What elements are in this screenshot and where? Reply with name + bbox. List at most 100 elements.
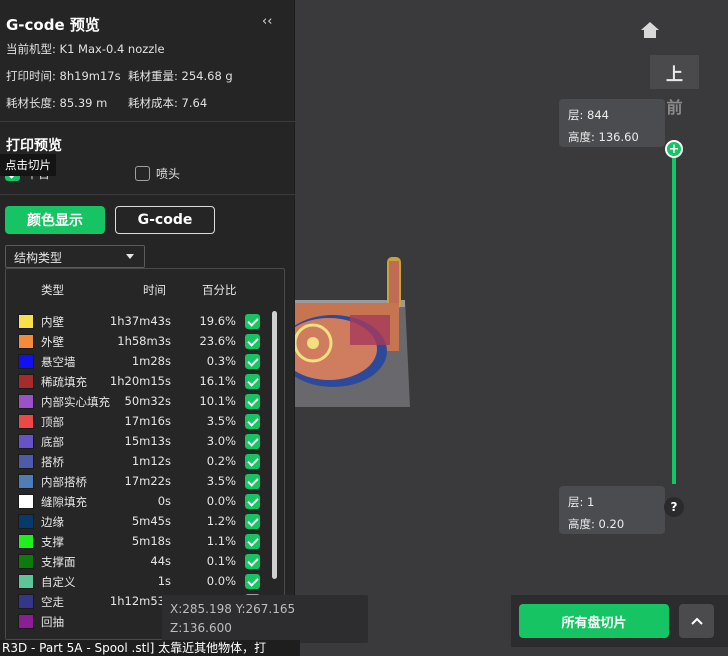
legend-type-name: 内部搭桥 xyxy=(41,475,87,489)
legend-swatch xyxy=(18,434,34,449)
legend-type-name: 外壁 xyxy=(41,335,64,349)
print-time: 打印时间: 8h19m17s xyxy=(6,69,121,83)
legend-time: 15m13s xyxy=(124,434,171,448)
machine-info: 当前机型: K1 Max-0.4 nozzle xyxy=(6,42,165,56)
legend-visibility-checkbox[interactable] xyxy=(245,554,260,569)
legend-scrollbar[interactable] xyxy=(272,311,277,579)
legend-row: 搭桥 1m12s 0.2% xyxy=(6,451,284,471)
legend-visibility-checkbox[interactable] xyxy=(245,394,260,409)
legend-type-name: 顶部 xyxy=(41,415,64,429)
legend-percent: 3.5% xyxy=(206,414,236,428)
bottom-layer-info: 层: 1 高度: 0.20 xyxy=(559,486,665,534)
cursor-coordinates: X:285.198 Y:267.165 Z:136.600 速度:81.72 xyxy=(162,595,368,654)
legend-time: 44s xyxy=(150,554,171,568)
legend-visibility-checkbox[interactable] xyxy=(245,334,260,349)
panel-title: G-code 预览 xyxy=(6,16,100,34)
legend-percent: 1.2% xyxy=(206,514,236,528)
nozzle-checkbox-box[interactable] xyxy=(135,166,150,181)
top-layer-height: 高度: 136.60 xyxy=(568,130,639,144)
legend-visibility-checkbox[interactable] xyxy=(245,574,260,589)
chevron-down-icon xyxy=(126,254,134,259)
legend-table: 类型 时间 百分比 内壁 1h37m43s 19.6% 外壁 1h58m3s 23.6% 悬… xyxy=(5,268,285,640)
legend-row: 支撑面 44s 0.1% xyxy=(6,551,284,571)
legend-header-type: 类型 xyxy=(41,283,64,297)
legend-row: 内壁 1h37m43s 19.6% xyxy=(6,311,284,331)
legend-time: 17m22s xyxy=(124,474,171,488)
legend-percent: 0.0% xyxy=(206,494,236,508)
legend-percent: 0.2% xyxy=(206,454,236,468)
legend-row: 内部搭桥 17m22s 3.5% xyxy=(6,471,284,491)
legend-visibility-checkbox[interactable] xyxy=(245,434,260,449)
legend-type-name: 缝隙填充 xyxy=(41,495,87,509)
print-preview-title: 打印预览 xyxy=(6,138,62,154)
slice-all-plates-button[interactable]: 所有盘切片 xyxy=(519,604,669,638)
legend-type-name: 空走 xyxy=(41,595,64,609)
legend-visibility-checkbox[interactable] xyxy=(245,514,260,529)
legend-swatch xyxy=(18,594,34,609)
legend-type-name: 内壁 xyxy=(41,315,64,329)
legend-swatch xyxy=(18,354,34,369)
layer-slider-track[interactable] xyxy=(672,148,676,484)
legend-visibility-checkbox[interactable] xyxy=(245,374,260,389)
filament-length: 耗材长度: 85.39 m xyxy=(6,96,108,110)
view-top-button[interactable]: 上 xyxy=(650,55,699,89)
gcode-preview-panel: G-code 预览 ‹‹ 当前机型: K1 Max-0.4 nozzle 打印时… xyxy=(0,0,295,656)
legend-time: 1h20m15s xyxy=(109,374,171,388)
legend-row: 边缘 5m45s 1.2% xyxy=(6,511,284,531)
legend-swatch xyxy=(18,454,34,469)
legend-type-name: 稀疏填充 xyxy=(41,375,87,389)
legend-visibility-checkbox[interactable] xyxy=(245,494,260,509)
collapse-panel-button[interactable]: ‹‹ xyxy=(262,14,272,29)
legend-header-percent: 百分比 xyxy=(202,283,237,297)
legend-percent: 0.3% xyxy=(206,354,236,368)
legend-time: 50m32s xyxy=(124,394,171,408)
legend-type-name: 支撑面 xyxy=(41,555,76,569)
legend-row: 支撑 5m18s 1.1% xyxy=(6,531,284,551)
legend-swatch xyxy=(18,574,34,589)
legend-type-name: 底部 xyxy=(41,435,64,449)
legend-swatch xyxy=(18,374,34,389)
legend-swatch xyxy=(18,514,34,529)
legend-visibility-checkbox[interactable] xyxy=(245,354,260,369)
help-icon[interactable]: ? xyxy=(664,497,684,517)
chevron-up-icon xyxy=(690,617,703,625)
legend-swatch xyxy=(18,394,34,409)
legend-row: 内部实心填充 50m32s 10.1% xyxy=(6,391,284,411)
filament-weight: 耗材重量: 254.68 g xyxy=(128,69,233,83)
legend-time: 5m45s xyxy=(131,514,171,528)
expand-button[interactable] xyxy=(679,604,714,638)
nozzle-checkbox[interactable]: 喷头 xyxy=(135,165,180,182)
gcode-button[interactable]: G-code xyxy=(115,206,215,234)
legend-percent: 3.5% xyxy=(206,474,236,488)
legend-percent: 19.6% xyxy=(199,314,236,328)
filament-cost: 耗材成本: 7.64 xyxy=(128,96,208,110)
legend-visibility-checkbox[interactable] xyxy=(245,454,260,469)
layer-slider-top-handle[interactable]: + xyxy=(665,140,683,158)
slice-tooltip: 点击切片 xyxy=(0,154,56,176)
legend-time: 1m28s xyxy=(131,354,171,368)
legend-time: 0s xyxy=(157,494,171,508)
home-icon[interactable] xyxy=(639,19,661,41)
legend-header-time: 时间 xyxy=(143,283,166,297)
bottom-layer-height: 高度: 0.20 xyxy=(568,517,625,531)
legend-row: 底部 15m13s 3.0% xyxy=(6,431,284,451)
color-display-button[interactable]: 颜色显示 xyxy=(5,206,105,234)
legend-swatch xyxy=(18,414,34,429)
legend-visibility-checkbox[interactable] xyxy=(245,474,260,489)
legend-visibility-checkbox[interactable] xyxy=(245,314,260,329)
view-type-select[interactable]: 结构类型 xyxy=(5,245,145,268)
legend-swatch xyxy=(18,494,34,509)
legend-row: 外壁 1h58m3s 23.6% xyxy=(6,331,284,351)
legend-type-name: 自定义 xyxy=(41,575,76,589)
legend-type-name: 内部实心填充 xyxy=(41,395,110,409)
legend-type-name: 悬空墙 xyxy=(41,355,76,369)
legend-swatch xyxy=(18,554,34,569)
legend-percent: 3.0% xyxy=(206,434,236,448)
legend-type-name: 回抽 xyxy=(41,615,64,629)
legend-visibility-checkbox[interactable] xyxy=(245,414,260,429)
legend-type-name: 搭桥 xyxy=(41,455,64,469)
legend-time: 1h58m3s xyxy=(117,334,171,348)
legend-percent: 23.6% xyxy=(199,334,236,348)
legend-swatch xyxy=(18,614,34,629)
legend-visibility-checkbox[interactable] xyxy=(245,534,260,549)
